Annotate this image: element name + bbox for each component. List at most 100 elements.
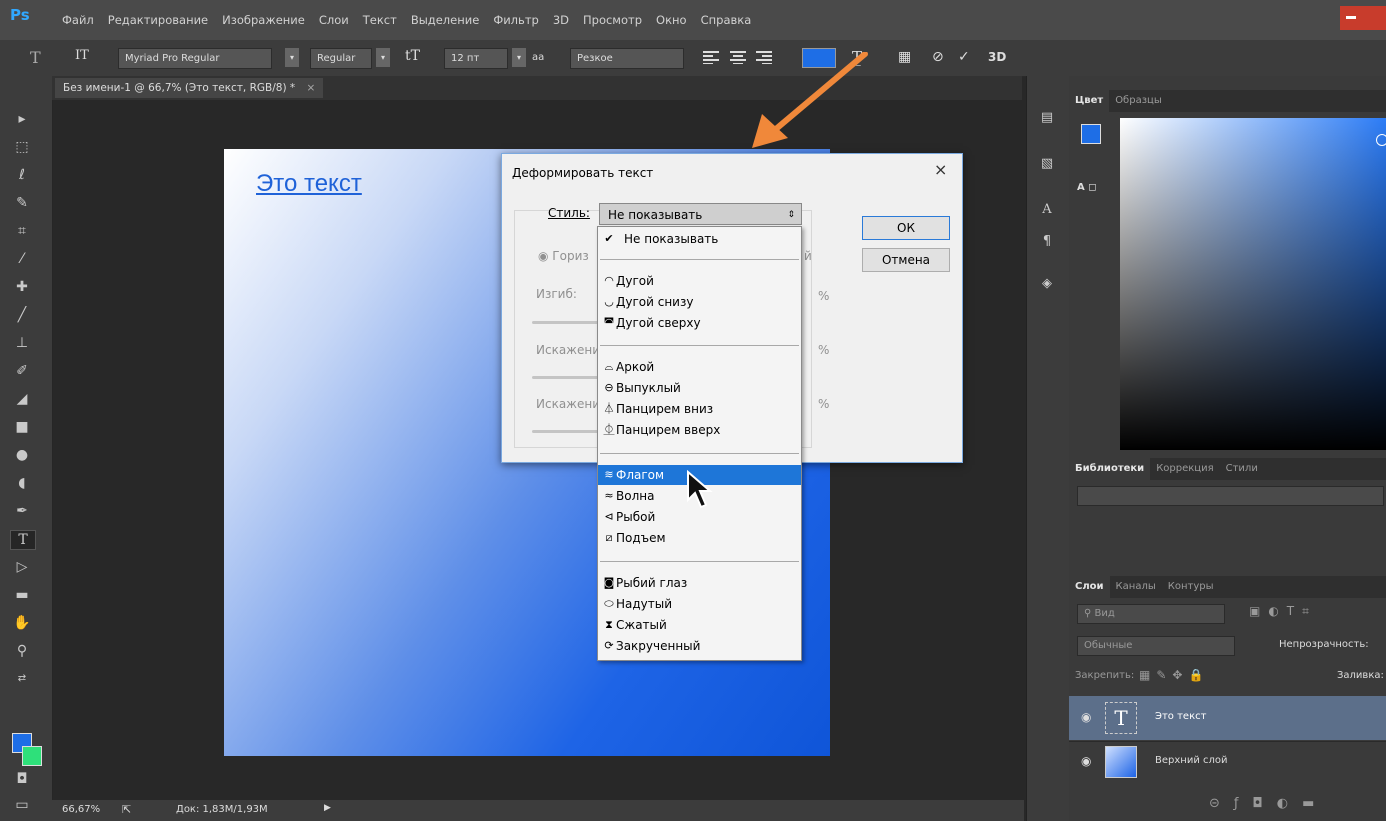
menu-image[interactable]: Изображение (222, 13, 305, 27)
stamp-tool-icon[interactable]: ⊥ (10, 334, 34, 352)
menu-help[interactable]: Справка (701, 13, 752, 27)
layer-actions-icons[interactable]: ⊝ƒ◘◐▬ (1209, 796, 1328, 811)
font-size-select[interactable]: 12 пт (444, 48, 508, 69)
library-select[interactable] (1077, 486, 1384, 506)
list-item[interactable]: ⬭ Надутый (598, 594, 801, 614)
history-icon[interactable]: ▤ (1037, 110, 1057, 128)
close-tab-icon[interactable]: × (307, 82, 316, 94)
list-item[interactable]: ⊖ Выпуклый (598, 378, 801, 398)
menu-3d[interactable]: 3D (553, 13, 569, 27)
swap-colors-icon[interactable]: ⇄ (10, 670, 34, 688)
lock-icons[interactable]: ▦✎✥🔒 (1139, 668, 1209, 682)
layer-name[interactable]: Верхний слой (1155, 755, 1228, 766)
lasso-tool-icon[interactable]: ℓ (10, 166, 34, 184)
list-item[interactable]: ⊲ Рыбой (598, 507, 801, 527)
hand-tool-icon[interactable]: ✋ (10, 614, 34, 632)
menu-window[interactable]: Окно (656, 13, 687, 27)
play-arrow-icon[interactable]: ▶ (324, 803, 331, 813)
align-left-icon[interactable] (703, 50, 721, 66)
menu-select[interactable]: Выделение (411, 13, 480, 27)
menu-type[interactable]: Текст (363, 13, 397, 27)
brush-presets-icon[interactable]: ▧ (1037, 156, 1057, 174)
tab-styles[interactable]: Стили (1220, 458, 1264, 480)
list-item[interactable]: ◚ Дугой сверху (598, 313, 801, 333)
chevron-down-icon[interactable]: ▾ (512, 48, 526, 67)
quick-select-tool-icon[interactable]: ✎ (10, 194, 34, 212)
style-select[interactable]: Не показывать ⇕ (599, 203, 802, 225)
layer-row[interactable]: ◉ Верхний слой (1069, 741, 1386, 782)
cancel-button[interactable]: Отмена (862, 248, 950, 272)
text-tool-icon[interactable]: T (10, 530, 36, 550)
antialias-select[interactable]: Резкое (570, 48, 684, 69)
ok-button[interactable]: ОК (862, 216, 950, 240)
commit-check-icon[interactable]: ✓ (958, 48, 970, 67)
3d-cube-icon[interactable]: ◈ (1037, 276, 1057, 294)
list-item[interactable]: ◠ Дугой (598, 271, 801, 291)
chevron-down-icon[interactable]: ▾ (285, 48, 299, 67)
list-item[interactable]: ◙ Рыбий глаз (598, 573, 801, 593)
list-item[interactable]: ⏂ Панцирем вверх (598, 420, 801, 440)
healing-brush-icon[interactable]: ✚ (10, 278, 34, 296)
close-icon[interactable]: × (934, 160, 947, 179)
list-item[interactable]: ⧄ Подъем (598, 528, 801, 548)
blur-tool-icon[interactable]: ● (10, 446, 34, 464)
zoom-level[interactable]: 66,67% (62, 804, 100, 815)
pen-tool-icon[interactable]: ✒ (10, 502, 34, 520)
eye-icon[interactable]: ◉ (1081, 710, 1091, 724)
tab-swatches[interactable]: Образцы (1109, 90, 1168, 112)
tab-adjustments[interactable]: Коррекция (1150, 458, 1219, 480)
zoom-tool-icon[interactable]: ⚲ (10, 642, 34, 660)
canvas-text-layer[interactable]: Это текст (256, 170, 362, 198)
eraser-tool-icon[interactable]: ◢ (10, 390, 34, 408)
chevron-down-icon[interactable]: ▾ (376, 48, 390, 67)
layer-filter-icons[interactable]: ▣◐T⌗ (1249, 604, 1317, 619)
list-item[interactable]: ⏃ Панцирем вниз (598, 399, 801, 419)
dodge-tool-icon[interactable]: ◖ (10, 474, 34, 492)
menu-filter[interactable]: Фильтр (493, 13, 539, 27)
color-picker-field[interactable] (1120, 118, 1386, 450)
list-item[interactable]: ⌓ Аркой (598, 357, 801, 377)
layer-filter-select[interactable]: ⚲ Вид (1077, 604, 1225, 624)
rectangle-tool-icon[interactable]: ▬ (10, 586, 34, 604)
color-fg-swatch[interactable] (1081, 124, 1101, 144)
cancel-icon[interactable]: ⊘ (932, 48, 944, 67)
list-item[interactable]: ◡ Дугой снизу (598, 292, 801, 312)
quick-mask-icon[interactable]: ◘ (10, 770, 34, 788)
path-select-icon[interactable]: ▷ (10, 558, 34, 576)
type-tool-icon[interactable]: T (30, 48, 41, 67)
character-panel-icon[interactable]: ▦ (898, 48, 911, 67)
color-picker-handle[interactable] (1376, 134, 1386, 146)
background-color-swatch[interactable] (22, 746, 42, 766)
screen-mode-icon[interactable]: ▭ (10, 796, 34, 814)
font-family-select[interactable]: Myriad Pro Regular (118, 48, 272, 69)
list-item[interactable]: ⧗ Сжатый (598, 615, 801, 635)
tab-libraries[interactable]: Библиотеки (1069, 458, 1151, 480)
menu-file[interactable]: Файл (62, 13, 94, 27)
crop-tool-icon[interactable]: ⌗ (10, 222, 34, 240)
tab-color[interactable]: Цвет (1069, 90, 1110, 112)
minimize-button[interactable] (1340, 6, 1386, 30)
eyedropper-tool-icon[interactable]: ⁄ (10, 250, 34, 268)
blend-mode-select[interactable]: Обычные (1077, 636, 1235, 656)
document-tab[interactable]: Без имени-1 @ 66,7% (Это текст, RGB/8) *… (55, 78, 324, 98)
layer-row[interactable]: ◉ T Это текст (1069, 696, 1386, 740)
character-icon[interactable]: A (1037, 202, 1057, 220)
gradient-tool-icon[interactable]: ■ (10, 418, 34, 436)
tab-channels[interactable]: Каналы (1110, 576, 1162, 598)
3d-button[interactable]: 3D (988, 48, 1006, 67)
brush-tool-icon[interactable]: ╱ (10, 306, 34, 324)
marquee-tool-icon[interactable]: ⬚ (10, 138, 34, 156)
text-orientation-icon[interactable]: IT (75, 48, 89, 67)
eye-icon[interactable]: ◉ (1081, 754, 1091, 768)
history-brush-icon[interactable]: ✐ (10, 362, 34, 380)
menu-edit[interactable]: Редактирование (108, 13, 208, 27)
menu-layers[interactable]: Слои (319, 13, 349, 27)
move-tool-icon[interactable]: ▸ (10, 110, 34, 128)
tab-layers[interactable]: Слои (1069, 576, 1110, 598)
horizontal-radio[interactable]: ◉ Гориз (538, 249, 589, 263)
list-item[interactable]: ⟳ Закрученный (598, 636, 801, 656)
menu-view[interactable]: Просмотр (583, 13, 642, 27)
paragraph-icon[interactable]: ¶ (1037, 234, 1057, 252)
export-icon[interactable]: ⇱ (122, 803, 131, 816)
tab-paths[interactable]: Контуры (1162, 576, 1220, 598)
